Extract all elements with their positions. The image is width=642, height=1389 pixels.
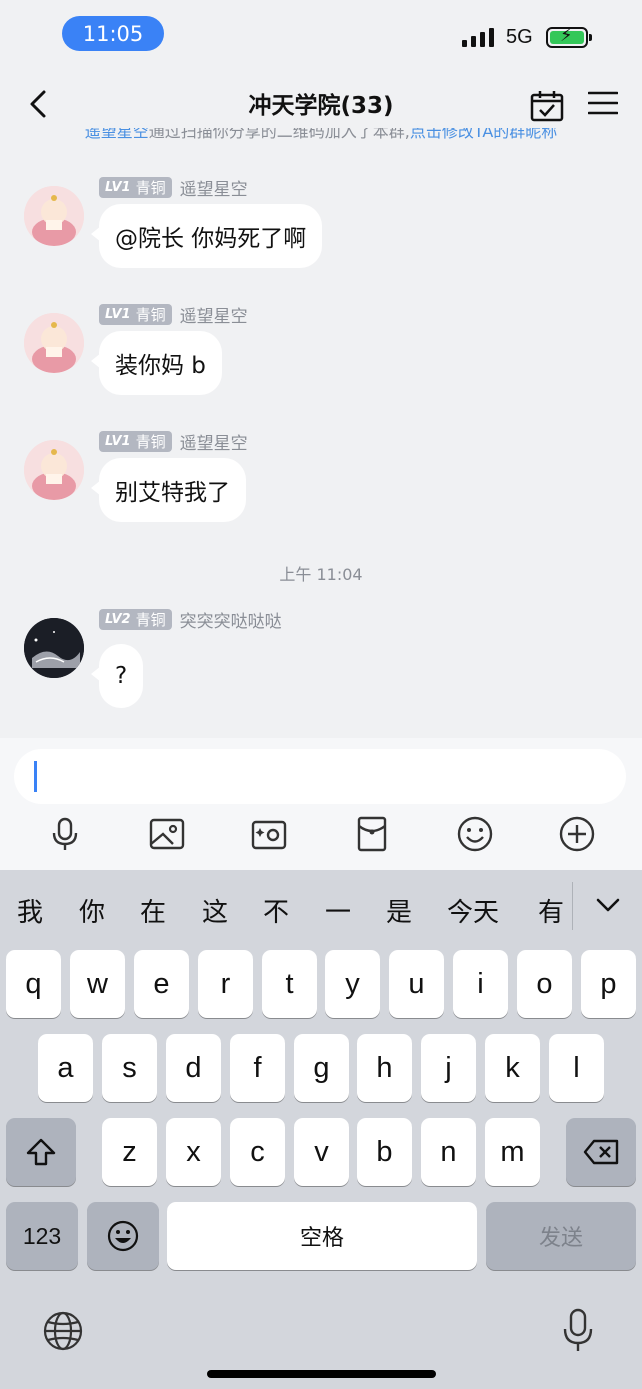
text-caret bbox=[34, 761, 37, 792]
level-badge: LV1 青铜 bbox=[99, 176, 172, 198]
battery-icon: ⚡ bbox=[546, 25, 592, 48]
key-d[interactable]: d bbox=[166, 1034, 221, 1102]
emoji-key[interactable] bbox=[87, 1202, 159, 1270]
message-meta: LV2 青铜 突突突哒哒哒 bbox=[99, 607, 282, 632]
emoji-icon bbox=[107, 1220, 139, 1252]
candidate-word[interactable]: 有 bbox=[538, 892, 564, 929]
chevron-down-icon[interactable] bbox=[594, 894, 622, 916]
message-meta: LV1 青铜 遥望星空 bbox=[99, 302, 248, 327]
key-j[interactable]: j bbox=[421, 1034, 476, 1102]
key-p[interactable]: p bbox=[581, 950, 636, 1018]
red-packet-icon[interactable] bbox=[354, 816, 390, 852]
backspace-icon bbox=[583, 1139, 619, 1165]
message-item: LV1 青铜 遥望星空 别艾特我了 bbox=[24, 430, 624, 530]
candidate-word[interactable]: 你 bbox=[79, 892, 105, 929]
send-key[interactable]: 发送 bbox=[486, 1202, 636, 1270]
message-bubble[interactable]: ? bbox=[90, 644, 144, 708]
key-x[interactable]: x bbox=[166, 1118, 221, 1186]
camera-icon[interactable] bbox=[251, 816, 287, 852]
key-v[interactable]: v bbox=[294, 1118, 349, 1186]
message-input[interactable] bbox=[14, 749, 626, 804]
message-item: LV1 青铜 遥望星空 @院长 你妈死了啊 bbox=[24, 176, 624, 276]
candidate-word[interactable]: 我 bbox=[17, 892, 43, 929]
network-type: 5G bbox=[506, 26, 533, 48]
candidate-word[interactable]: 今天 bbox=[447, 892, 499, 929]
sender-name[interactable]: 遥望星空 bbox=[180, 302, 248, 327]
numbers-key[interactable]: 123 bbox=[6, 1202, 78, 1270]
candidate-word[interactable]: 不 bbox=[263, 892, 289, 929]
key-w[interactable]: w bbox=[70, 950, 125, 1018]
key-c[interactable]: c bbox=[230, 1118, 285, 1186]
key-t[interactable]: t bbox=[262, 950, 317, 1018]
delete-key[interactable] bbox=[566, 1118, 636, 1186]
candidate-word[interactable]: 是 bbox=[386, 892, 412, 929]
key-g[interactable]: g bbox=[294, 1034, 349, 1102]
status-bar: 11:05 5G ⚡ bbox=[0, 0, 642, 68]
key-z[interactable]: z bbox=[102, 1118, 157, 1186]
composer-toolbar bbox=[0, 816, 642, 858]
key-b[interactable]: b bbox=[357, 1118, 412, 1186]
key-h[interactable]: h bbox=[357, 1034, 412, 1102]
avatar[interactable] bbox=[24, 186, 84, 246]
sender-name[interactable]: 遥望星空 bbox=[180, 429, 248, 454]
key-o[interactable]: o bbox=[517, 950, 572, 1018]
keyboard: 我 你 在 这 不 一 是 今天 有 q w e r t y u i o p a… bbox=[0, 870, 642, 1389]
message-bubble[interactable]: @院长 你妈死了啊 bbox=[90, 204, 323, 268]
globe-icon[interactable] bbox=[42, 1310, 84, 1352]
composer bbox=[0, 738, 642, 870]
key-m[interactable]: m bbox=[485, 1118, 540, 1186]
sender-name[interactable]: 遥望星空 bbox=[180, 175, 248, 200]
avatar[interactable] bbox=[24, 618, 84, 678]
sender-name[interactable]: 突突突哒哒哒 bbox=[180, 607, 282, 632]
key-f[interactable]: f bbox=[230, 1034, 285, 1102]
dictation-mic-icon[interactable] bbox=[562, 1307, 594, 1353]
key-r[interactable]: r bbox=[198, 950, 253, 1018]
calendar-check-icon[interactable] bbox=[530, 90, 564, 122]
shift-key[interactable] bbox=[6, 1118, 76, 1186]
signal-icon bbox=[462, 28, 494, 47]
key-q[interactable]: q bbox=[6, 950, 61, 1018]
status-time: 11:05 bbox=[62, 16, 164, 51]
candidate-word[interactable]: 一 bbox=[325, 892, 351, 929]
level-badge: LV1 青铜 bbox=[99, 430, 172, 452]
message-meta: LV1 青铜 遥望星空 bbox=[99, 175, 248, 200]
message-item: LV2 青铜 突突突哒哒哒 ? bbox=[24, 608, 624, 712]
message-bubble[interactable]: 装你妈 b bbox=[91, 331, 222, 395]
key-a[interactable]: a bbox=[38, 1034, 93, 1102]
plus-icon[interactable] bbox=[559, 816, 595, 852]
emoji-icon[interactable] bbox=[457, 816, 493, 852]
key-y[interactable]: y bbox=[325, 950, 380, 1018]
message-item: LV1 青铜 遥望星空 装你妈 b bbox=[24, 303, 624, 403]
message-timestamp: 上午 11:04 bbox=[279, 565, 363, 584]
key-k[interactable]: k bbox=[485, 1034, 540, 1102]
key-i[interactable]: i bbox=[453, 950, 508, 1018]
message-meta: LV1 青铜 遥望星空 bbox=[99, 429, 248, 454]
notice-name-link[interactable]: 遥望星空 bbox=[85, 128, 149, 141]
key-e[interactable]: e bbox=[134, 950, 189, 1018]
notice-text: 通过扫描你分享的二维码加入了本群, bbox=[148, 128, 410, 141]
key-s[interactable]: s bbox=[102, 1034, 157, 1102]
key-n[interactable]: n bbox=[421, 1118, 476, 1186]
avatar[interactable] bbox=[24, 313, 84, 373]
key-u[interactable]: u bbox=[389, 950, 444, 1018]
home-indicator bbox=[207, 1370, 436, 1378]
image-icon[interactable] bbox=[149, 816, 185, 852]
avatar[interactable] bbox=[24, 440, 84, 500]
level-badge: LV2 青铜 bbox=[99, 608, 172, 630]
menu-icon[interactable] bbox=[588, 90, 618, 116]
candidate-bar: 我 你 在 这 不 一 是 今天 有 bbox=[0, 870, 642, 946]
shift-icon bbox=[26, 1138, 56, 1166]
candidate-word[interactable]: 这 bbox=[202, 892, 228, 929]
mic-icon[interactable] bbox=[47, 816, 83, 852]
system-notice: 遥望星空通过扫描你分享的二维码加入了本群,点击修改TA的群昵称 bbox=[0, 128, 642, 152]
space-key[interactable]: 空格 bbox=[167, 1202, 477, 1270]
candidate-word[interactable]: 在 bbox=[140, 892, 166, 929]
notice-action-link[interactable]: 点击修改TA的群昵称 bbox=[410, 128, 557, 141]
key-l[interactable]: l bbox=[549, 1034, 604, 1102]
message-bubble[interactable]: 别艾特我了 bbox=[91, 458, 246, 522]
level-badge: LV1 青铜 bbox=[99, 303, 172, 325]
candidate-divider bbox=[572, 882, 573, 930]
